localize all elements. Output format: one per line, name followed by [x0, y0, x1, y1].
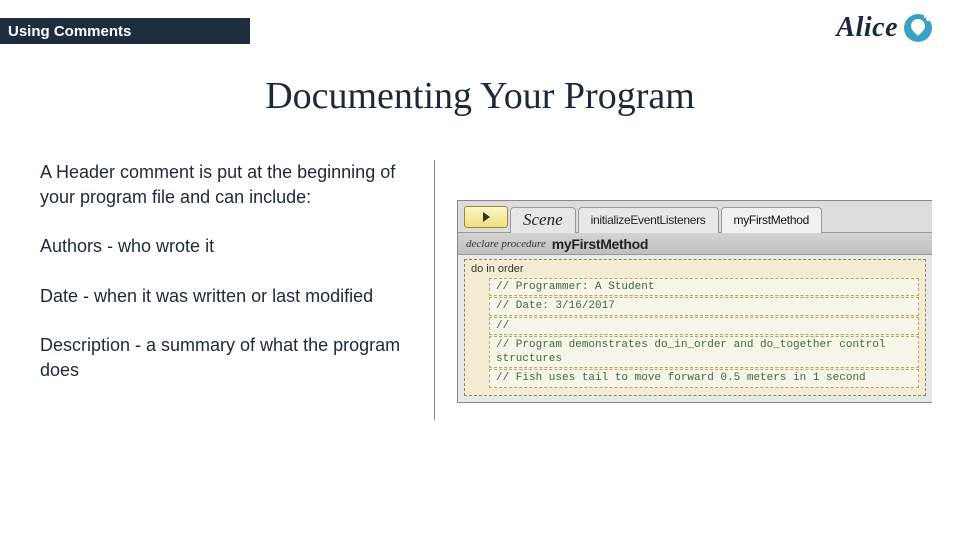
alice-editor-screenshot: Scene initializeEventListeners myFirstMe…: [457, 200, 932, 403]
logo-text: Alice: [836, 12, 898, 44]
declare-procedure-bar: declare procedure myFirstMethod: [458, 233, 932, 255]
alice-logo-icon: [904, 14, 932, 42]
do-in-order-block[interactable]: do in order // Programmer: A Student // …: [464, 259, 926, 396]
description-paragraph: Description - a summary of what the prog…: [40, 333, 416, 383]
tab-method-label: myFirstMethod: [734, 213, 809, 227]
authors-paragraph: Authors - who wrote it: [40, 234, 416, 259]
declare-prefix: declare procedure: [466, 238, 546, 250]
screenshot-column: Scene initializeEventListeners myFirstMe…: [435, 160, 932, 420]
slide-title: Documenting Your Program: [0, 74, 960, 118]
slide-header-text: Using Comments: [8, 23, 131, 40]
intro-paragraph: A Header comment is put at the beginning…: [40, 160, 416, 210]
comment-line[interactable]: // Program demonstrates do_in_order and …: [489, 336, 919, 369]
comment-line[interactable]: // Fish uses tail to move forward 0.5 me…: [489, 369, 919, 387]
play-icon: [483, 212, 490, 222]
content-area: A Header comment is put at the beginning…: [40, 160, 932, 420]
tab-initialize-listeners[interactable]: initializeEventListeners: [578, 207, 719, 233]
declare-method-name: myFirstMethod: [552, 236, 648, 252]
comment-line[interactable]: //: [489, 317, 919, 335]
tab-scene-label: Scene: [523, 210, 563, 230]
run-button[interactable]: [464, 206, 508, 228]
tab-scene[interactable]: Scene: [510, 207, 576, 233]
alice-logo: Alice: [836, 12, 932, 44]
comment-line[interactable]: // Date: 3/16/2017: [489, 297, 919, 315]
tab-my-first-method[interactable]: myFirstMethod: [721, 207, 822, 233]
editor-tabs-row: Scene initializeEventListeners myFirstMe…: [458, 201, 932, 233]
text-column: A Header comment is put at the beginning…: [40, 160, 435, 420]
date-paragraph: Date - when it was written or last modif…: [40, 284, 416, 309]
slide-header-band: Using Comments: [0, 18, 250, 44]
do-in-order-label: do in order: [471, 263, 919, 275]
comment-line[interactable]: // Programmer: A Student: [489, 278, 919, 296]
tab-init-label: initializeEventListeners: [591, 213, 706, 227]
